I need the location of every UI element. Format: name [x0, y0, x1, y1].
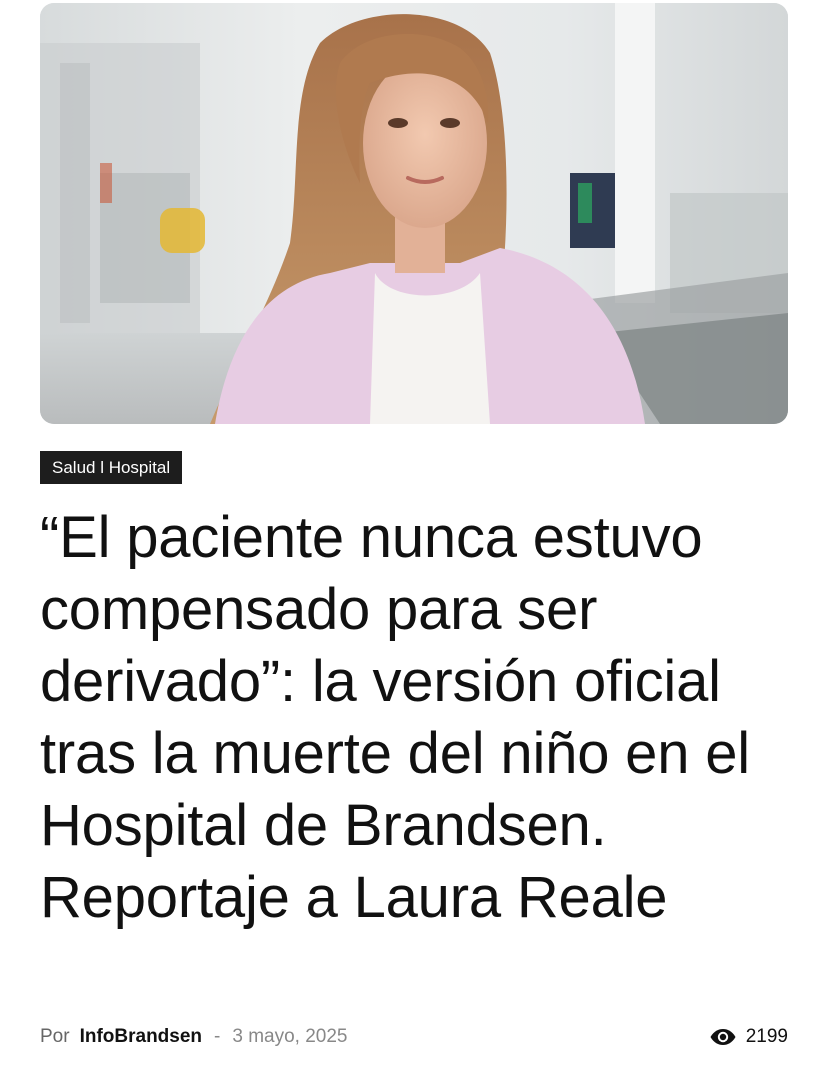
view-count: 2199: [709, 1026, 788, 1048]
hero-photo: [40, 3, 788, 424]
author-link[interactable]: InfoBrandsen: [80, 1026, 202, 1048]
byline-prefix: Por: [40, 1026, 70, 1047]
category-badge[interactable]: Salud l Hospital: [40, 451, 183, 484]
eye-icon: [709, 1028, 737, 1046]
publish-date: 3 mayo, 2025: [232, 1026, 348, 1047]
meta-separator: -: [214, 1026, 221, 1047]
article-meta: Por InfoBrandsen - 3 mayo, 2025 2199: [40, 1024, 788, 1050]
view-count-value: 2199: [745, 1026, 788, 1047]
article-headline[interactable]: “El paciente nunca estuvo compensado par…: [40, 502, 800, 934]
article-hero-image[interactable]: [40, 3, 788, 424]
